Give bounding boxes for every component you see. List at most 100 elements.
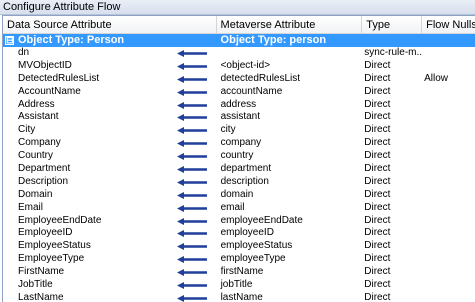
flow-nulls-cell (422, 137, 475, 150)
left-arrow-icon (177, 294, 207, 302)
metaverse-attribute-cell: lastName (220, 291, 263, 302)
flow-type-cell: Direct (364, 111, 391, 123)
table-row[interactable]: Address address Direct (3, 99, 475, 112)
flow-type-cell: Direct (364, 188, 391, 200)
table-row[interactable]: EmployeeEndDate employeeEndDate Direct (3, 215, 475, 228)
flow-type-cell: Direct (364, 137, 391, 149)
source-attribute-cell: DetectedRulesList (3, 73, 217, 86)
left-arrow-icon (177, 75, 207, 83)
column-header-type[interactable]: Type (362, 16, 423, 34)
column-header-source[interactable]: Data Source Attribute (3, 16, 217, 34)
flow-nulls-cell (422, 111, 475, 124)
flow-type-cell: Direct (364, 98, 391, 110)
table-row[interactable]: City city Direct (3, 124, 475, 137)
flow-nulls-cell (422, 240, 475, 253)
left-arrow-icon (177, 191, 207, 199)
flow-nulls-cell (422, 227, 475, 240)
metaverse-attribute-cell: department (220, 163, 272, 175)
flow-nulls-cell (422, 253, 475, 266)
column-header-row: Data Source Attribute Metaverse Attribut… (3, 16, 475, 34)
left-arrow-icon (177, 114, 207, 122)
metaverse-attribute-cell: accountName (220, 85, 283, 97)
table-row[interactable]: EmployeeStatus employeeStatus Direct (3, 240, 475, 253)
flow-nulls-cell (422, 47, 475, 60)
left-arrow-icon (177, 243, 207, 251)
source-attribute-cell: Address (3, 99, 217, 112)
table-row[interactable]: Domain domain Direct (3, 189, 475, 202)
metaverse-attribute-cell (217, 47, 363, 60)
flow-type-cell: Direct (364, 291, 391, 302)
source-attribute-cell: AccountName (3, 86, 217, 99)
flow-nulls-cell (422, 60, 475, 73)
flow-type-cell: Direct (364, 266, 391, 278)
source-attribute-cell: dn (3, 47, 217, 60)
metaverse-attribute-cell: email (220, 201, 245, 213)
table-row[interactable]: FirstName firstName Direct (3, 266, 475, 279)
left-arrow-icon (177, 101, 207, 109)
metaverse-attribute-cell: domain (220, 188, 254, 200)
left-arrow-icon (177, 256, 207, 264)
source-attribute-cell: EmployeeStatus (3, 240, 217, 253)
group-metaverse-label: Object Type: person (220, 34, 327, 46)
metaverse-attribute-cell: assistant (220, 111, 261, 123)
table-row[interactable]: Assistant assistant Direct (3, 111, 475, 124)
left-arrow-icon (177, 230, 207, 238)
flow-nulls-cell (422, 189, 475, 202)
source-attribute-cell: EmployeeEndDate (3, 215, 217, 228)
metaverse-attribute-cell: company (220, 137, 262, 149)
group-row-person[interactable]: ⊟ Object Type: Person Object Type: perso… (3, 34, 475, 47)
table-row[interactable]: dn sync-rule-m... (3, 47, 475, 60)
source-attribute-cell: Company (3, 137, 217, 150)
source-attribute-cell: Domain (3, 189, 217, 202)
metaverse-attribute-cell: firstName (220, 266, 264, 278)
table-row[interactable]: Email email Direct (3, 202, 475, 215)
source-attribute-cell: Email (3, 202, 217, 215)
metaverse-attribute-cell: description (220, 175, 269, 187)
flow-type-cell: Direct (364, 214, 391, 226)
metaverse-attribute-cell: employeeStatus (220, 240, 293, 252)
left-arrow-icon (177, 50, 207, 57)
flow-nulls-cell (422, 163, 475, 176)
attribute-flow-grid[interactable]: Data Source Attribute Metaverse Attribut… (2, 15, 475, 302)
flow-type-cell: Direct (364, 85, 391, 97)
source-attribute-cell: Assistant (3, 111, 217, 124)
metaverse-attribute-cell: employeeID (220, 227, 274, 239)
metaverse-attribute-cell: <object-id> (220, 59, 271, 71)
flow-type-cell: Direct (364, 279, 391, 291)
flow-rows: dn sync-rule-m... MVObjectID <object-id> Dir… (3, 47, 475, 302)
left-arrow-icon (177, 62, 207, 70)
left-arrow-icon (177, 269, 207, 277)
column-header-metaverse[interactable]: Metaverse Attribute (217, 16, 363, 34)
table-row[interactable]: EmployeeType employeeType Direct (3, 253, 475, 266)
table-row[interactable]: EmployeeID employeeID Direct (3, 227, 475, 240)
left-arrow-icon (177, 153, 207, 161)
table-row[interactable]: JobTitle jobTitle Direct (3, 279, 475, 292)
metaverse-attribute-cell: jobTitle (220, 279, 253, 291)
left-arrow-icon (177, 282, 207, 290)
table-row[interactable]: Company company Direct (3, 137, 475, 150)
column-header-flow-nulls[interactable]: Flow Nulls (422, 16, 475, 34)
table-row[interactable]: DetectedRulesList detectedRulesList Direct… (3, 73, 475, 86)
flow-nulls-cell (422, 202, 475, 215)
left-arrow-icon (177, 217, 207, 225)
table-row[interactable]: AccountName accountName Direct (3, 86, 475, 99)
source-attribute-cell: City (3, 124, 217, 137)
table-row[interactable]: Description description Direct (3, 176, 475, 189)
table-row[interactable]: Department department Direct (3, 163, 475, 176)
flow-type-cell: Direct (364, 124, 391, 136)
flow-nulls-cell (422, 279, 475, 292)
flow-nulls-cell (422, 99, 475, 112)
flow-type-cell: Direct (364, 175, 391, 187)
flow-type-cell: Direct (364, 150, 391, 162)
collapse-toggle-icon[interactable]: ⊟ (5, 36, 14, 45)
table-row[interactable]: MVObjectID <object-id> Direct (3, 60, 475, 73)
source-attribute-cell: MVObjectID (3, 60, 217, 73)
source-attribute-cell: EmployeeType (3, 253, 217, 266)
left-arrow-icon (177, 166, 207, 174)
table-row[interactable]: Country country Direct (3, 150, 475, 163)
metaverse-attribute-cell: employeeType (220, 253, 286, 265)
flow-nulls-cell (422, 215, 475, 228)
table-row[interactable]: LastName lastName Direct (3, 292, 475, 302)
flow-type-cell: sync-rule-m... (364, 47, 423, 58)
source-attribute-cell: LastName (3, 292, 217, 302)
